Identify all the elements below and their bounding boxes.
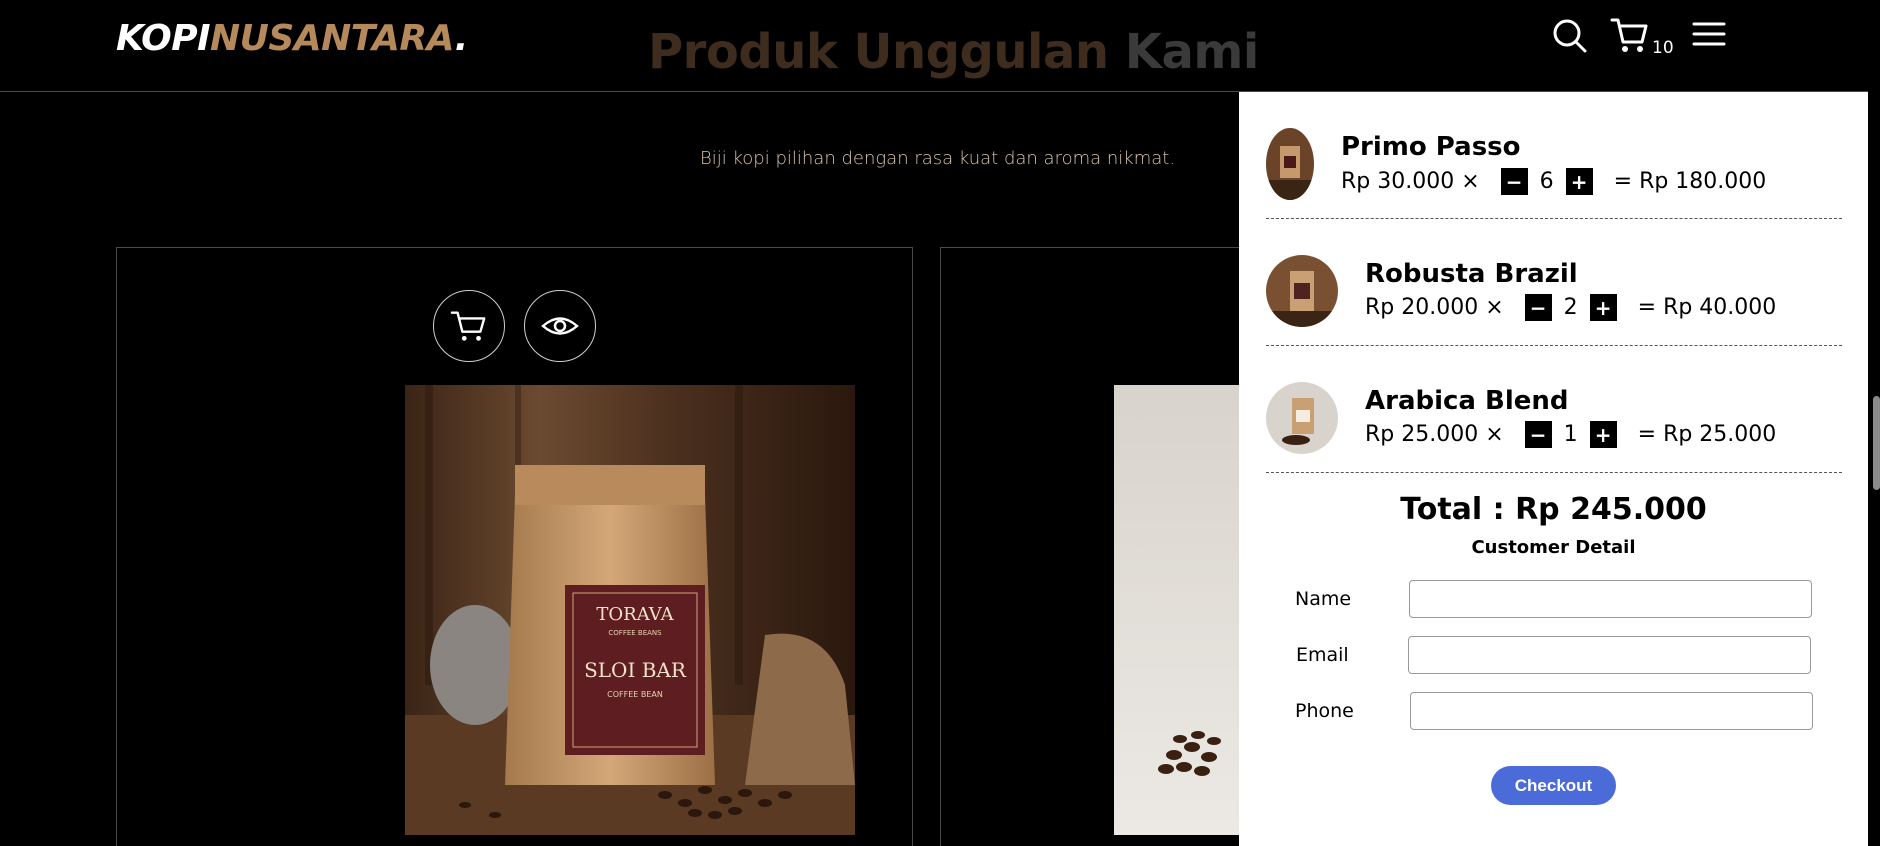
product-thumbnail [1266,255,1338,327]
cart-item-qty: 6 [1539,169,1554,194]
email-row: Email [1239,636,1868,676]
shopping-cart-panel: Primo Passo Rp 30.000 × − 6 + = Rp 180.0… [1239,92,1868,846]
cart-item: Arabica Blend Rp 25.000 × − 1 + = Rp 25.… [1266,346,1842,473]
decrease-qty-button[interactable]: − [1500,168,1528,195]
cart-item-price-row: Rp 25.000 × − 1 + = Rp 25.000 [1365,421,1776,448]
phone-row: Phone [1239,692,1868,732]
bag-tag: COFFEE BEAN [607,690,663,699]
cart-total: Total : Rp 245.000 [1400,492,1707,527]
bag-subbrand: COFFEE BEANS [608,629,662,637]
scrollbar-thumb[interactable] [1873,396,1880,490]
name-row: Name [1239,580,1868,620]
times-sign: × [1485,422,1504,447]
products-subtitle: Biji kopi pilihan dengan rasa kuat dan a… [700,148,1176,169]
product-image: TORAVA COFFEE BEANS SLOI BAR COFFEE BEAN [405,385,855,835]
eye-icon [541,317,579,335]
cart-item-subtotal: = Rp 25.000 [1637,422,1777,447]
phone-field[interactable] [1410,692,1813,730]
search-icon[interactable] [1552,18,1588,58]
cart-item-price: Rp 20.000 [1365,295,1479,320]
times-sign: × [1485,295,1504,320]
logo-part-nusantara: NUSANTARA [209,18,455,59]
cart-icon[interactable] [1610,16,1650,60]
quick-view-button[interactable] [524,290,596,362]
customer-detail-heading: Customer Detail [1471,537,1636,558]
logo-part-kopi: KOPI [116,18,210,59]
cart-item: Robusta Brazil Rp 20.000 × − 2 + = Rp 40… [1266,219,1842,346]
cart-item-qty: 1 [1563,422,1578,447]
increase-qty-button[interactable]: + [1589,294,1617,321]
logo[interactable]: KOPINUSANTARA. [116,18,468,59]
times-sign: × [1461,169,1480,194]
decrease-qty-button[interactable]: − [1524,421,1552,448]
email-field[interactable] [1408,636,1811,674]
increase-qty-button[interactable]: + [1565,168,1593,195]
product-thumbnail [1266,128,1314,200]
logo-dot: . [454,18,469,59]
phone-label: Phone [1295,700,1354,722]
product-thumbnail [1266,382,1338,454]
bag-title: SLOI BAR [584,658,687,682]
product-card: TORAVA COFFEE BEANS SLOI BAR COFFEE BEAN [116,247,913,846]
email-label: Email [1296,644,1349,666]
cart-item-subtotal: = Rp 180.000 [1613,169,1767,194]
cart-item-name: Arabica Blend [1365,386,1569,416]
cart-icon [450,311,486,341]
name-field[interactable] [1409,580,1812,618]
cart-item-name: Primo Passo [1341,132,1521,162]
cart-item-price: Rp 30.000 [1341,169,1455,194]
bag-brand: TORAVA [596,604,674,625]
increase-qty-button[interactable]: + [1589,421,1617,448]
cart-item: Primo Passo Rp 30.000 × − 6 + = Rp 180.0… [1266,92,1842,219]
cart-item-price-row: Rp 20.000 × − 2 + = Rp 40.000 [1365,294,1776,321]
cart-item-subtotal: = Rp 40.000 [1637,295,1777,320]
cart-item-price: Rp 25.000 [1365,422,1479,447]
section-title-accent: Kami [1124,24,1260,80]
checkout-button[interactable]: Checkout [1491,766,1616,805]
decrease-qty-button[interactable]: − [1524,294,1552,321]
add-to-cart-button[interactable] [433,290,505,362]
name-label: Name [1295,588,1352,610]
cart-item-price-row: Rp 30.000 × − 6 + = Rp 180.000 [1341,168,1766,195]
cart-count-badge: 10 [1652,38,1674,58]
cart-item-qty: 2 [1563,295,1578,320]
section-title-main: Produk Unggulan [648,24,1125,80]
cart-item-name: Robusta Brazil [1365,259,1578,289]
section-title: Produk Unggulan Kami [648,24,1259,80]
menu-icon[interactable] [1692,20,1726,54]
